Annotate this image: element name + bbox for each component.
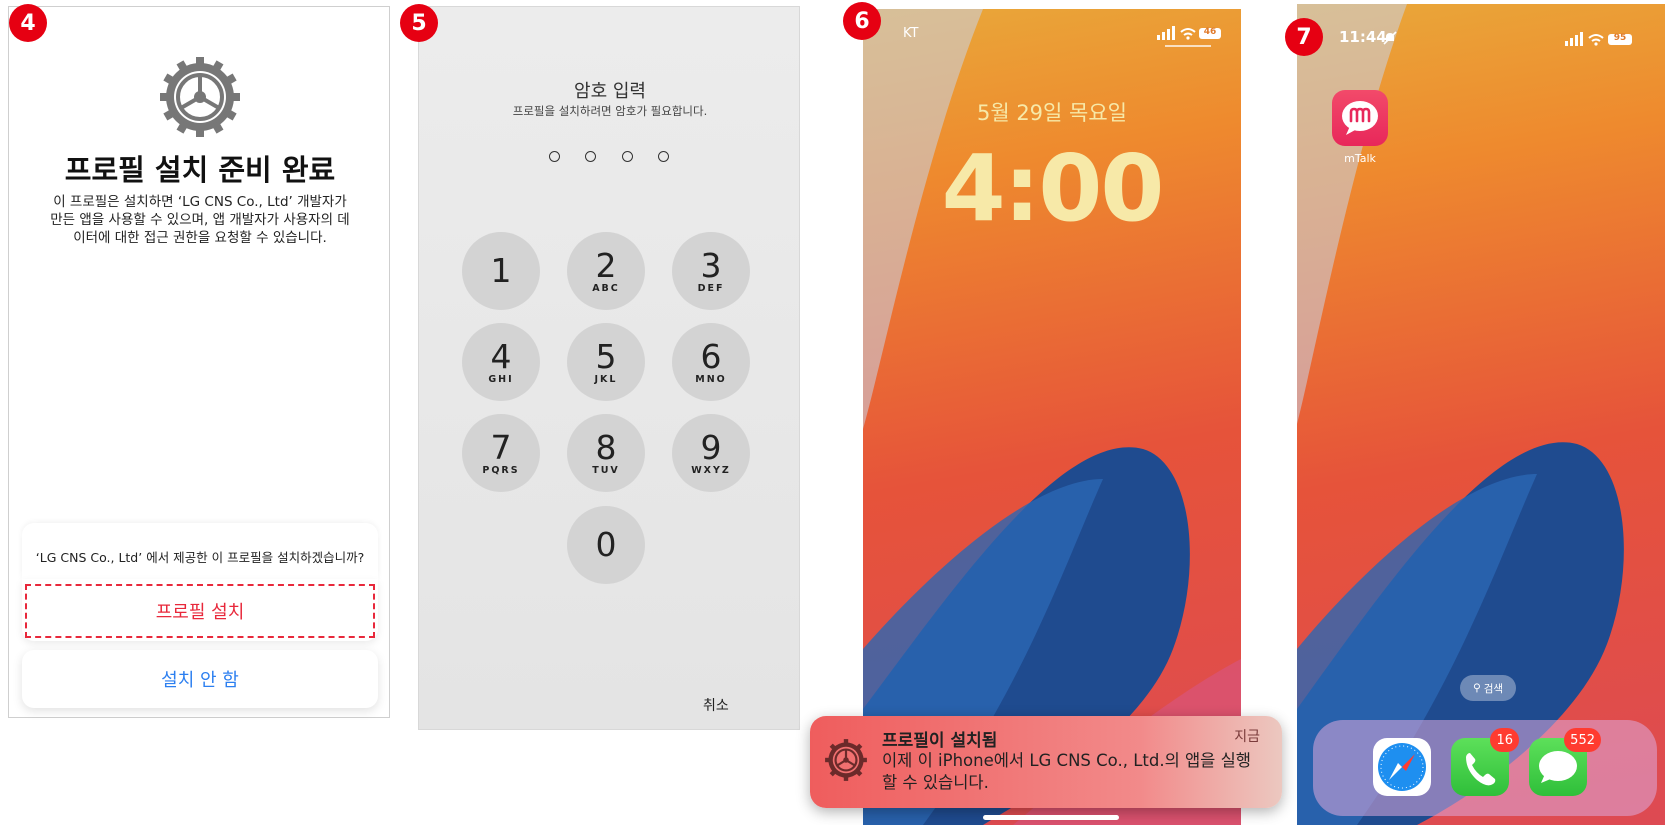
mtalk-app-icon[interactable]	[1332, 90, 1388, 146]
keypad-key-5[interactable]: 5 JKL	[567, 323, 645, 401]
step-4-marker: 4	[9, 4, 47, 42]
key-digit: 3	[700, 245, 722, 285]
keypad-key-6[interactable]: 6 MNO	[672, 323, 750, 401]
chat-bubble-icon	[1342, 101, 1378, 135]
profile-description: 이 프로필은 설치하면 ‘LG CNS Co., Ltd’ 개발자가 만든 앱을…	[50, 194, 350, 246]
settings-gear-icon	[160, 57, 240, 137]
home-search-button[interactable]: ⚲ 검색	[1460, 675, 1516, 701]
step-5-marker: 5	[400, 4, 438, 42]
passcode-dot	[549, 151, 560, 162]
install-button-row: 프로필 설치	[22, 579, 378, 641]
keypad-key-7[interactable]: 7 PQRS	[462, 414, 540, 492]
key-letters: DEF	[697, 282, 725, 294]
step-6-marker: 6	[843, 2, 881, 40]
key-digit: 2	[595, 245, 617, 285]
phone-app-icon[interactable]: 16	[1451, 728, 1519, 796]
notification-time: 지금	[1234, 729, 1260, 745]
key-letters: MNO	[695, 373, 727, 385]
key-digit: 8	[595, 427, 617, 467]
key-digit: 0	[595, 525, 617, 564]
passcode-title: 암호 입력	[574, 81, 646, 102]
profile-ready-screen: 프로필 설치 준비 완료 이 프로필은 설치하면 ‘LG CNS Co., Lt…	[8, 6, 390, 718]
carrier-label: KT	[903, 26, 919, 41]
keypad-key-2[interactable]: 2 ABC	[567, 232, 645, 310]
key-letters: ABC	[592, 282, 620, 294]
wallpaper-shapes	[863, 9, 1241, 825]
passcode-screen: 암호 입력 프로필을 설치하려면 암호가 필요합니다. 1 2 ABC 3 DEF …	[418, 6, 800, 730]
notification-title: 프로필이 설치됨	[882, 731, 998, 751]
compass-icon	[1378, 743, 1426, 791]
keypad-key-8[interactable]: 8 TUV	[567, 414, 645, 492]
passcode-dots	[549, 151, 669, 162]
key-letters: GHI	[488, 373, 514, 385]
notification-body: 이제 이 iPhone에서 LG CNS Co., Ltd.의 앱을 실행할 수…	[882, 751, 1251, 792]
key-letters: PQRS	[482, 464, 520, 476]
keypad-key-3[interactable]: 3 DEF	[672, 232, 750, 310]
key-letters: TUV	[592, 464, 620, 476]
messages-badge: 552	[1564, 728, 1601, 752]
passcode-dot	[621, 151, 633, 162]
key-digit: 4	[490, 336, 512, 376]
tutorial-canvas: 4 프로필 설치 준비 완료 이 프로필은 설치하면 ‘LG CNS Co., …	[0, 0, 1665, 825]
lock-date: 5월 29일 목요일	[976, 101, 1128, 125]
phone-badge: 16	[1490, 728, 1519, 752]
install-profile-button[interactable]: 프로필 설치	[25, 584, 375, 638]
keypad-key-1[interactable]: 1	[462, 232, 540, 310]
key-digit: 6	[700, 336, 722, 376]
dock: 16 552	[1313, 720, 1657, 816]
passcode-subtitle: 프로필을 설치하려면 암호가 필요합니다.	[512, 104, 708, 118]
do-not-install-button[interactable]: 설치 안 함	[22, 650, 378, 708]
keypad-key-4[interactable]: 4 GHI	[462, 323, 540, 401]
search-icon: ⚲	[1472, 682, 1481, 694]
profile-installed-notification[interactable]: 프로필이 설치됨 지금 이제 이 iPhone에서 LG CNS Co., Lt…	[810, 716, 1282, 808]
lock-time: 4:00	[941, 135, 1165, 242]
silent-bell-icon	[1383, 31, 1397, 45]
settings-gear-icon	[825, 739, 867, 781]
key-letters: JKL	[594, 373, 618, 385]
lock-screen: KT 46 5월 29일 목요일 4:00	[863, 9, 1241, 825]
step-7-marker: 7	[1285, 18, 1323, 56]
key-digit: 5	[595, 336, 617, 376]
page-title: 프로필 설치 준비 완료	[64, 153, 336, 187]
install-action-sheet: ‘LG CNS Co., Ltd’ 에서 제공한 이 프로필을 설치하겠습니까?…	[22, 523, 378, 709]
search-label: 검색	[1483, 682, 1504, 695]
home-screen: 11:44 95 mTalk ⚲ 검색 16 552	[1297, 4, 1665, 825]
keypad-key-0[interactable]: 0	[567, 506, 645, 584]
install-question: ‘LG CNS Co., Ltd’ 에서 제공한 이 프로필을 설치하겠습니까?	[22, 523, 378, 579]
status-time: 11:44	[1339, 28, 1387, 46]
app-label-mtalk: mTalk	[1344, 152, 1376, 165]
passcode-dot	[657, 151, 669, 162]
messages-app-icon[interactable]: 552	[1529, 728, 1601, 796]
home-indicator[interactable]	[983, 815, 1119, 820]
cancel-button[interactable]: 취소	[703, 695, 729, 715]
battery-level: 46	[1203, 27, 1217, 37]
safari-app-icon[interactable]	[1373, 738, 1431, 796]
key-letters: WXYZ	[691, 464, 731, 476]
key-digit: 9	[700, 427, 722, 467]
passcode-dot	[585, 151, 597, 162]
keypad-key-9[interactable]: 9 WXYZ	[672, 414, 750, 492]
battery-level: 95	[1613, 33, 1627, 43]
key-digit: 7	[490, 427, 512, 467]
status-underline	[1165, 45, 1211, 47]
key-digit: 1	[490, 251, 512, 290]
